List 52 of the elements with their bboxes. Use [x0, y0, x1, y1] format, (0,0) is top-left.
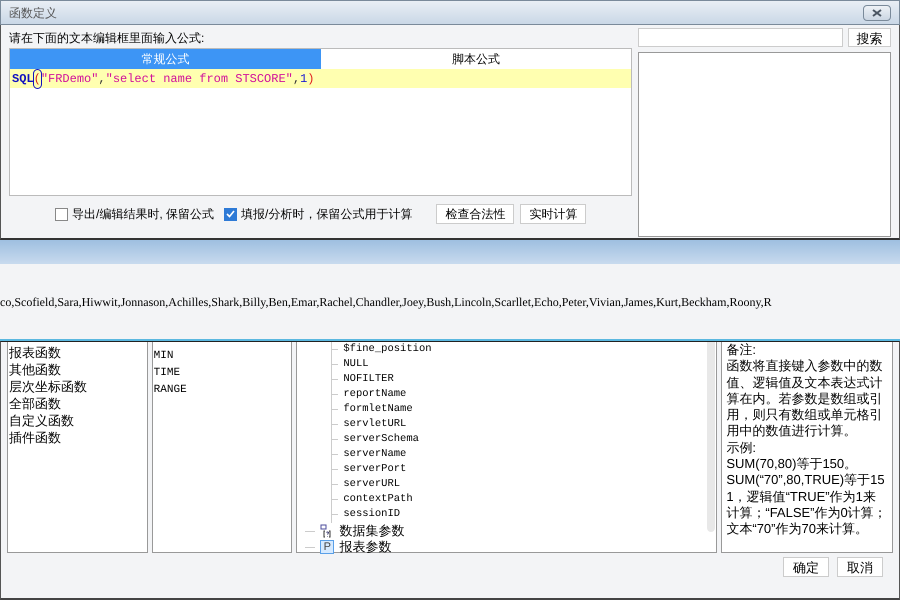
action-button[interactable]: 检查合法性 [436, 204, 514, 224]
checkbox-label: 填报/分析时，保留公式用于计算 [241, 206, 412, 223]
dialog-button[interactable]: 确定 [783, 557, 829, 577]
parameter-icon: P [320, 540, 334, 554]
note-text: 函数将直接键入参数中的数值、逻辑值及文本表达式计算在内。若参数是数组或引用，则只有数组或单元格引用中的数值进行计算。 [726, 358, 884, 440]
dialog-button[interactable]: 取消 [837, 557, 883, 577]
category-item[interactable]: 自定义函数 [8, 412, 147, 429]
tree-item[interactable]: serverSchema [343, 432, 419, 448]
close-icon [872, 8, 882, 16]
bracket: ) [307, 70, 314, 88]
checkbox[interactable] [55, 208, 68, 220]
code-token: , [98, 70, 106, 88]
code-token: "FRDemo" [40, 70, 98, 88]
note-text: SUM(“70”,80,TRUE)等于151，逻辑值“TRUE”作为1来计算；“FALSE”作为0计算；文本“70”作为70来计算。 [726, 472, 888, 538]
checkbox[interactable] [224, 208, 238, 220]
checkbox-label: 导出/编辑结果时, 保留公式 [72, 206, 214, 223]
search-field[interactable] [638, 28, 843, 47]
tree-item[interactable]: $fine_position [343, 342, 432, 358]
code-token: 1 [300, 70, 308, 88]
note-text: 备注: [726, 342, 757, 358]
tree-item[interactable]: serverPort [343, 462, 406, 478]
category-item[interactable]: 报表函数 [8, 344, 147, 361]
search-button[interactable]: 搜索 [848, 28, 891, 47]
note-text: 示例: [726, 440, 757, 456]
window-title: 函数定义 [9, 4, 57, 22]
check-icon [226, 210, 236, 218]
code-token: SQL [12, 70, 34, 88]
category-item[interactable]: 其他函数 [8, 361, 147, 378]
scrollbar[interactable] [707, 342, 716, 532]
function-item[interactable]: MIN [152, 348, 292, 365]
close-button[interactable] [863, 4, 891, 20]
note-text: SUM(70,80)等于150。 [726, 456, 858, 472]
tree-item[interactable]: NOFILTER [343, 372, 394, 388]
category-item[interactable]: 全部函数 [8, 395, 147, 412]
tree-item[interactable]: NULL [343, 356, 369, 372]
tree-item[interactable]: formletName [343, 402, 413, 418]
code-token: , [292, 70, 300, 88]
tree-item[interactable]: serverName [343, 446, 406, 462]
tree-item[interactable]: contextPath [343, 492, 413, 508]
prompt-label: 请在下面的文本编辑框里面输入公式: [9, 30, 206, 47]
result-text: co,Scofield,Sara,Hiwwit,Jonnason,Achilles,Shark,Billy,Ben,Emar,Rachel,Chandler,Joey,Bush,Lincoln,Scarllet,Echo,Peter,Vivian,James,Kurt,Beckham,Roony,R [0, 294, 772, 310]
tree-item[interactable]: servletURL [343, 416, 406, 432]
category-item[interactable]: 层次坐标函数 [8, 378, 147, 395]
bracket: ( [34, 70, 41, 88]
tree-item[interactable]: sessionID [343, 506, 400, 522]
category-item[interactable]: 插件函数 [8, 429, 147, 446]
action-button[interactable]: 实时计算 [520, 204, 586, 224]
function-item[interactable]: TIME [152, 365, 292, 382]
code-token: "select name from STSCORE" [106, 70, 293, 88]
tree-item[interactable]: serverURL [343, 476, 400, 492]
function-item[interactable]: RANGE [152, 382, 292, 399]
tree-item[interactable]: reportName [343, 386, 406, 402]
